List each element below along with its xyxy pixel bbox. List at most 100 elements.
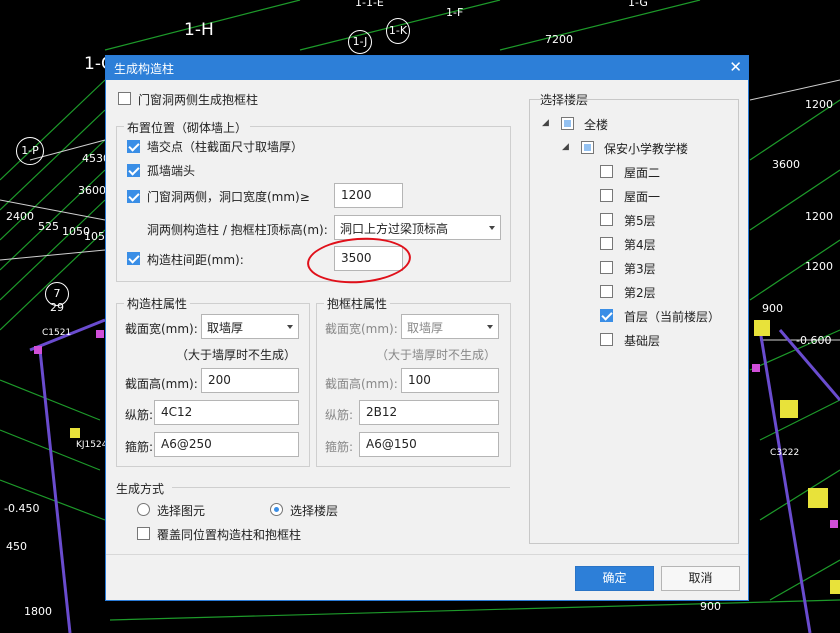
floor-label: 第3层 <box>624 262 656 276</box>
floor-checkbox[interactable] <box>600 261 613 274</box>
chevron-down-icon <box>489 226 495 230</box>
wall-intersection-label: 墙交点（柱截面尺寸取墙厚） <box>147 140 304 154</box>
cad-axis-label: 1-F <box>446 6 464 19</box>
cad-dim-label: C1521 <box>42 328 72 338</box>
select-element-label: 选择图元 <box>157 504 206 518</box>
floor-checkbox[interactable] <box>600 237 613 250</box>
floor-label: 屋面二 <box>624 166 661 180</box>
cad-axis-label: 1-H <box>184 20 214 40</box>
column-section-height-label: 截面高(mm): <box>125 377 198 391</box>
cad-axis-label: 1-1-E <box>355 0 384 9</box>
cad-dim-label: KJ1524 <box>76 440 108 450</box>
cad-dim-label: -0.600 <box>796 334 832 347</box>
column-spacing-checkbox[interactable] <box>127 252 140 265</box>
floor-label: 第5层 <box>624 214 656 228</box>
gen-mode-divider <box>172 487 510 488</box>
column-section-width-value: 取墙厚 <box>207 321 244 335</box>
select-floor-radio[interactable] <box>270 503 283 516</box>
cad-dim-label: 29 <box>50 301 64 314</box>
floor-label: 第2层 <box>624 286 656 300</box>
top-elevation-label: 洞两侧构造柱 / 抱框柱顶标高(m): <box>147 223 328 237</box>
cad-dim-label: 450 <box>6 540 27 553</box>
cad-dim-label: 1200 <box>805 98 833 111</box>
dialog-title: 生成构造柱 <box>114 62 175 76</box>
cad-dim-label: 525 <box>38 220 59 233</box>
column-spacing-input[interactable]: 3500 <box>334 246 403 271</box>
floor-checkbox[interactable] <box>600 333 613 346</box>
select-element-radio[interactable] <box>137 503 150 516</box>
column-section-width-label: 截面宽(mm): <box>125 322 198 336</box>
column-props-title: 构造柱属性 <box>124 295 191 312</box>
frame-stirrup-label: 箍筋: <box>325 440 354 454</box>
floor-label: 基础层 <box>624 334 661 348</box>
close-icon[interactable]: ✕ <box>729 58 742 76</box>
cancel-button[interactable]: 取消 <box>661 566 740 591</box>
cad-dim-label: 1200 <box>805 260 833 273</box>
floor-checkbox[interactable] <box>600 285 613 298</box>
frame-long-bar-input[interactable]: 2B12 <box>359 400 499 425</box>
column-long-bar-label: 纵筋: <box>125 408 154 422</box>
opening-sides-label: 门窗洞两侧，洞口宽度(mm)≥ <box>147 190 310 204</box>
floor-label: 首层（当前楼层） <box>624 310 721 324</box>
frame-stirrup-input[interactable]: A6@150 <box>359 432 499 457</box>
cad-dim-label: 900 <box>762 302 783 315</box>
frame-section-height-label: 截面高(mm): <box>325 377 398 391</box>
frame-props-title: 抱框柱属性 <box>324 295 391 312</box>
ok-button[interactable]: 确定 <box>575 566 654 591</box>
opening-width-input[interactable]: 1200 <box>334 183 403 208</box>
cad-axis-label: 1-K <box>386 18 410 44</box>
footer-divider <box>106 554 748 555</box>
gen-mode-title: 生成方式 <box>116 482 165 496</box>
top-elevation-select[interactable]: 洞口上方过梁顶标高 <box>334 215 501 240</box>
column-section-height-input[interactable]: 200 <box>201 368 299 393</box>
cad-axis-label: 1-G <box>628 0 648 9</box>
cad-axis-label: 1-J <box>348 30 372 54</box>
floor-checkbox-current[interactable] <box>600 309 613 322</box>
column-spacing-label: 构造柱间距(mm): <box>147 253 244 267</box>
cad-dim-label: -0.450 <box>4 502 40 515</box>
opening-sides-checkbox[interactable] <box>127 190 140 203</box>
door-window-sides-checkbox[interactable] <box>118 92 131 105</box>
building-label: 保安小学教学楼 <box>604 142 689 156</box>
generate-constructional-column-dialog: 生成构造柱 ✕ 门窗洞两侧生成抱框柱 布置位置（砌体墙上） 墙交点（柱截面尺寸取… <box>105 55 749 601</box>
cad-dim-label: 7200 <box>545 33 573 46</box>
column-note: （大于墙厚时不生成） <box>176 348 297 362</box>
isolated-wall-end-label: 孤墙端头 <box>147 164 196 178</box>
cad-dim-label: C3222 <box>770 448 800 458</box>
expand-triangle-icon[interactable]: ◢ <box>542 118 549 128</box>
frame-section-width-select[interactable]: 取墙厚 <box>401 314 499 339</box>
column-long-bar-input[interactable]: 4C12 <box>154 400 299 425</box>
column-stirrup-label: 箍筋: <box>125 440 154 454</box>
expand-triangle-icon[interactable]: ◢ <box>562 142 569 152</box>
placement-group-title: 布置位置（砌体墙上） <box>124 119 251 136</box>
floor-checkbox[interactable] <box>600 165 613 178</box>
all-floors-label: 全楼 <box>584 118 609 132</box>
floor-label: 第4层 <box>624 238 656 252</box>
cad-dim-label: 900 <box>700 600 721 613</box>
wall-intersection-checkbox[interactable] <box>127 140 140 153</box>
dialog-titlebar: 生成构造柱 ✕ <box>106 56 748 80</box>
frame-section-height-input[interactable]: 100 <box>401 368 499 393</box>
frame-section-width-value: 取墙厚 <box>407 321 444 335</box>
select-floor-label: 选择楼层 <box>290 504 339 518</box>
floor-checkbox[interactable] <box>600 189 613 202</box>
floor-checkbox[interactable] <box>600 213 613 226</box>
cad-dim-label: 1200 <box>805 210 833 223</box>
cad-dim-label: 2400 <box>6 210 34 223</box>
chevron-down-icon <box>487 325 493 329</box>
column-stirrup-input[interactable]: A6@250 <box>154 432 299 457</box>
floor-label: 屋面一 <box>624 190 661 204</box>
cad-dim-label: 3600 <box>772 158 800 171</box>
frame-section-width-label: 截面宽(mm): <box>325 322 398 336</box>
overwrite-label: 覆盖同位置构造柱和抱框柱 <box>157 528 302 542</box>
all-floors-checkbox[interactable] <box>561 117 574 130</box>
frame-note: （大于墙厚时不生成） <box>376 348 497 362</box>
building-checkbox[interactable] <box>581 141 594 154</box>
column-section-width-select[interactable]: 取墙厚 <box>201 314 299 339</box>
frame-long-bar-label: 纵筋: <box>325 408 354 422</box>
chevron-down-icon <box>287 325 293 329</box>
isolated-wall-end-checkbox[interactable] <box>127 164 140 177</box>
overwrite-checkbox[interactable] <box>137 527 150 540</box>
cad-axis-label: 1-P <box>16 137 44 165</box>
door-window-sides-label: 门窗洞两侧生成抱框柱 <box>138 93 259 107</box>
